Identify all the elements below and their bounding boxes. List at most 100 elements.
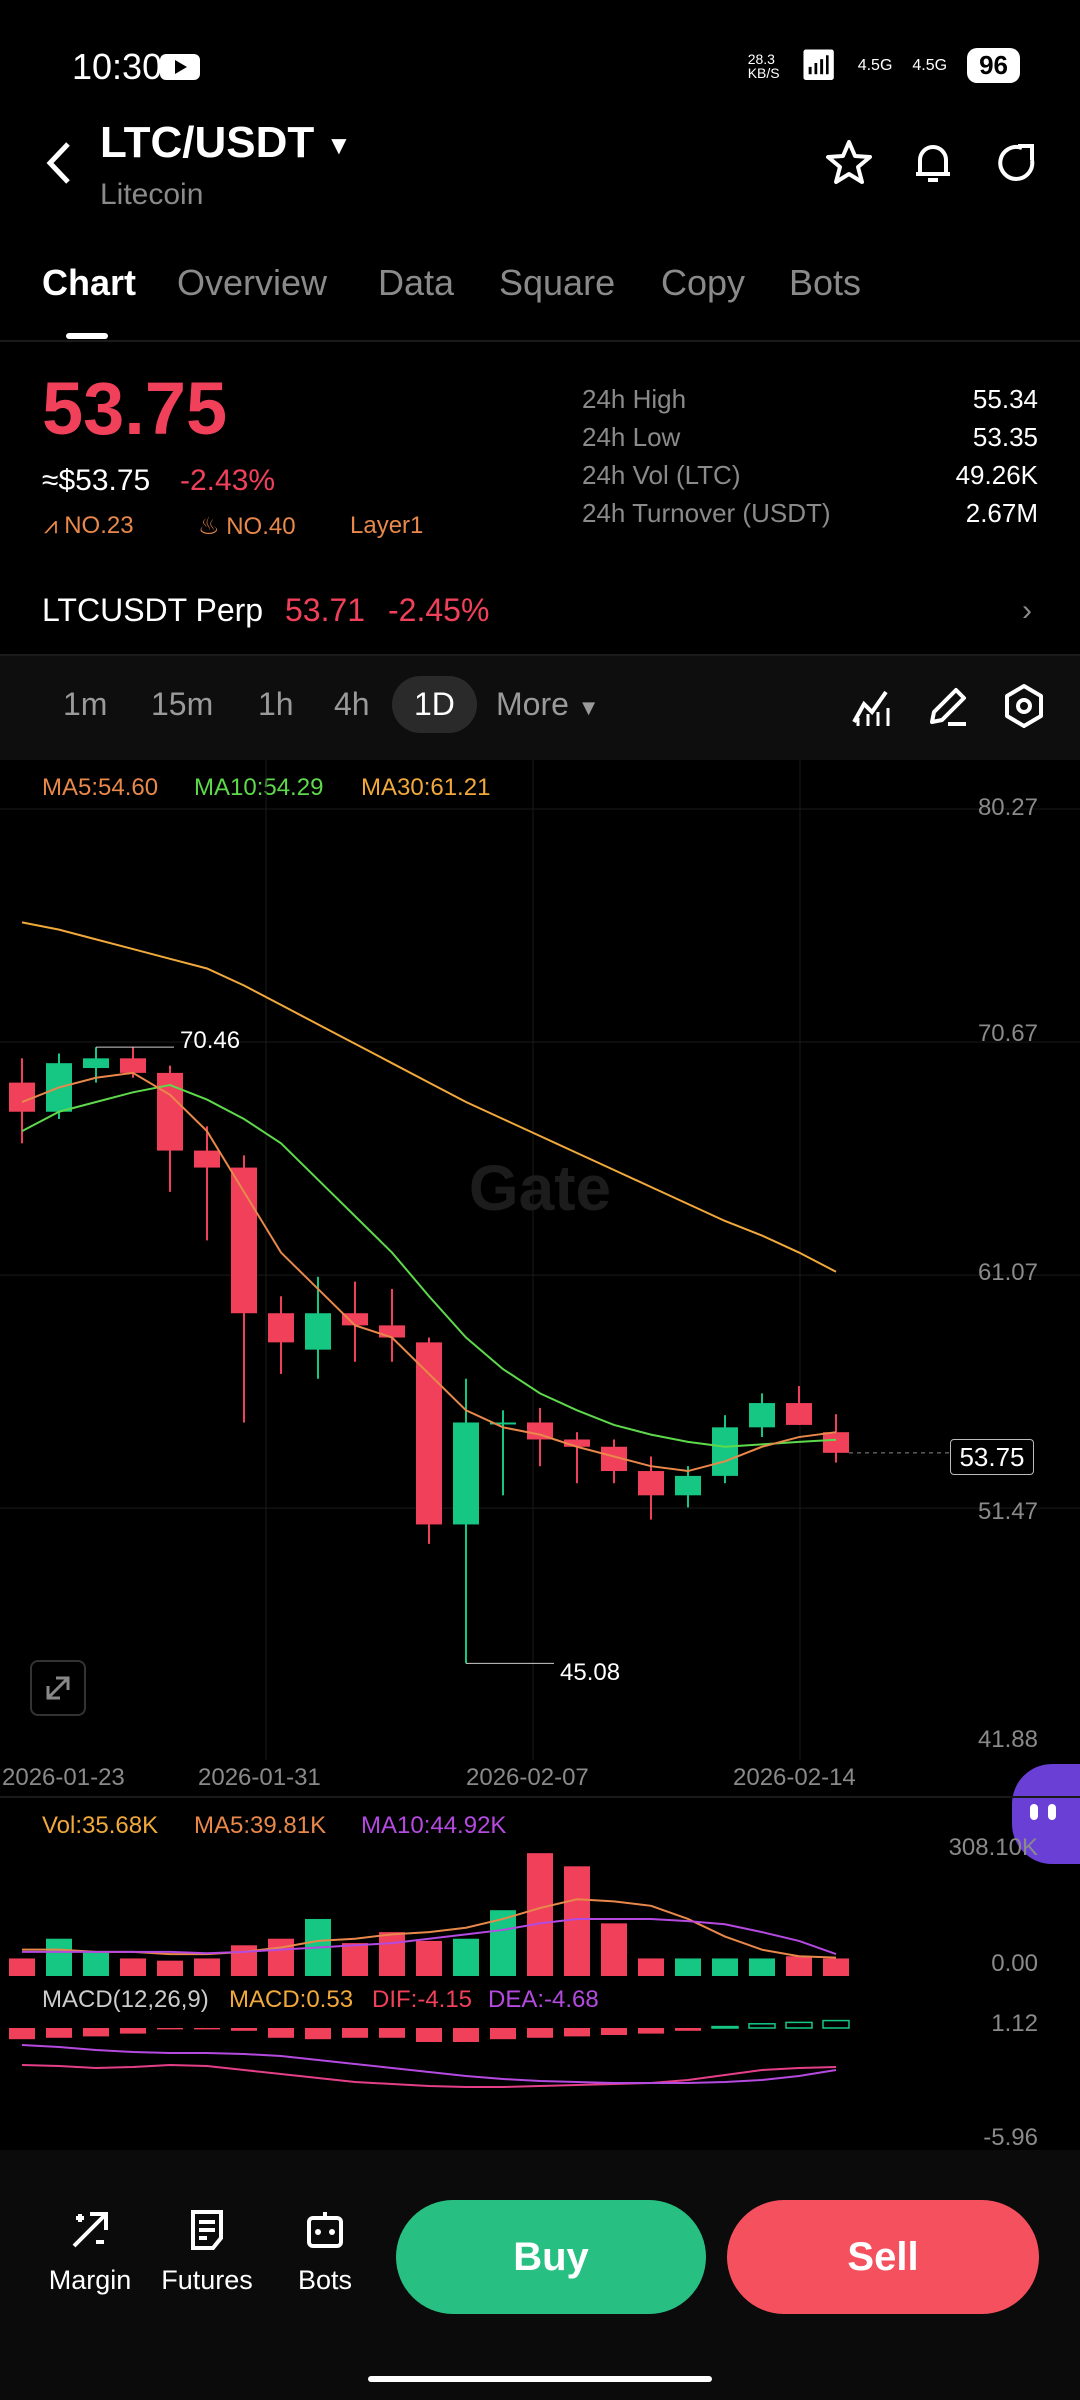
youtube-icon <box>160 54 200 80</box>
volume-chart <box>9 1853 849 1976</box>
candle-body <box>675 1475 701 1496</box>
tf-15m[interactable]: 15m <box>151 686 213 723</box>
hot-badge[interactable]: ♨ NO.40 <box>198 512 296 541</box>
macd-bar <box>305 2028 331 2040</box>
indicator-button[interactable] <box>848 682 896 730</box>
perp-change: -2.45% <box>388 592 490 628</box>
candle-body <box>416 1342 442 1525</box>
home-indicator[interactable] <box>368 2376 712 2382</box>
pair-dropdown-icon[interactable]: ▼ <box>326 130 352 161</box>
star-icon <box>826 140 872 184</box>
status-icons: 28.3 KB/S 📶︎ 4.5G 4.5G 96 <box>748 48 1020 83</box>
pair-title[interactable]: LTC/USDT <box>100 118 314 168</box>
tab-indicator <box>66 333 108 339</box>
bots-nav[interactable]: Bots <box>270 2208 380 2296</box>
bottom-bar: Margin Futures Bots Buy Sell <box>0 2150 1080 2400</box>
macd-bar <box>379 2028 405 2038</box>
fullscreen-button[interactable] <box>30 1660 86 1716</box>
divider <box>0 1796 1080 1798</box>
net-speed: 28.3 KB/S <box>747 50 780 81</box>
tf-1d[interactable]: 1D <box>392 676 477 733</box>
candle-body <box>453 1422 479 1525</box>
stat-value-low: 53.35 <box>972 422 1038 452</box>
margin-icon <box>72 2212 108 2248</box>
macd-chart <box>9 2019 850 2088</box>
candle-body <box>712 1427 738 1476</box>
volume-bar <box>342 1943 368 1976</box>
tab-bar: Chart Overview Data Square Copy Bots <box>0 262 1080 342</box>
x-label: 2026-01-31 <box>198 1764 321 1791</box>
perp-row[interactable]: LTCUSDT Perp 53.71 -2.45% › <box>0 572 1080 654</box>
futures-label: Futures <box>161 2265 253 2295</box>
macd-bar <box>527 2028 553 2038</box>
rank-label: NO.23 <box>64 512 134 539</box>
y-label: 51.47 <box>977 1498 1038 1525</box>
tf-more[interactable]: More ▼ <box>496 686 600 723</box>
watermark: Gate <box>469 1152 611 1224</box>
candle-body <box>786 1403 812 1425</box>
macd-bar <box>416 2028 442 2042</box>
high-marker: 70.46 <box>180 1027 241 1054</box>
vol-ma10-legend: MA10:44.92K <box>361 1812 507 1839</box>
volume-bar <box>416 1940 442 1976</box>
tab-bots[interactable]: Bots <box>789 262 861 304</box>
volume-bar <box>601 1923 627 1976</box>
buy-button[interactable]: Buy <box>396 2200 706 2314</box>
price-change: -2.43% <box>180 464 276 497</box>
favorite-button[interactable] <box>824 138 874 188</box>
volume-bar <box>453 1938 479 1976</box>
chevron-right-icon: › <box>1022 594 1032 627</box>
settings-icon <box>1005 684 1043 728</box>
tab-overview[interactable]: Overview <box>177 262 327 304</box>
candlestick-chart[interactable]: Gate <box>0 760 1080 1800</box>
draw-button[interactable] <box>924 682 972 730</box>
back-icon <box>46 142 70 184</box>
candle-body <box>9 1082 35 1112</box>
tab-data[interactable]: Data <box>378 262 454 304</box>
rank-badge[interactable]: ⩘ NO.23 <box>44 512 134 540</box>
x-label: 2026-02-07 <box>466 1764 589 1791</box>
divider <box>0 340 1080 342</box>
macd-bar <box>638 2028 664 2034</box>
tab-square[interactable]: Square <box>499 262 615 304</box>
tf-4h[interactable]: 4h <box>334 686 370 723</box>
margin-nav[interactable]: Margin <box>35 2208 145 2296</box>
share-button[interactable] <box>992 138 1042 188</box>
eye-icon <box>1048 1804 1056 1820</box>
macd-bar <box>231 2028 257 2031</box>
alert-button[interactable] <box>908 138 958 188</box>
tf-1m[interactable]: 1m <box>63 686 107 723</box>
futures-nav[interactable]: Futures <box>152 2208 262 2296</box>
macd-bar <box>342 2028 368 2038</box>
settings-button[interactable] <box>1000 682 1048 730</box>
current-price-tag: 53.75 <box>950 1439 1034 1475</box>
tf-more-label: More <box>496 686 569 722</box>
volume-bar <box>527 1853 553 1976</box>
macd-bar <box>564 2028 590 2037</box>
sell-button[interactable]: Sell <box>727 2200 1039 2314</box>
clock: 10:30 <box>72 46 163 87</box>
back-button[interactable] <box>40 138 80 188</box>
low-marker: 45.08 <box>560 1659 621 1686</box>
stat-value-high: 55.34 <box>972 384 1038 414</box>
tab-chart[interactable]: Chart <box>42 262 136 304</box>
tab-copy[interactable]: Copy <box>661 262 745 304</box>
candle-body <box>749 1403 775 1428</box>
caret-down-icon: ▼ <box>577 695 600 720</box>
vol-legend: Vol:35.68K <box>42 1812 159 1839</box>
macd-bar <box>268 2028 294 2038</box>
stat-label-high: 24h High <box>582 384 687 414</box>
timeframe-bar: 1m 15m 1h 4h 1D More ▼ <box>0 656 1080 760</box>
tf-1h[interactable]: 1h <box>258 686 294 723</box>
macd-bar <box>748 2023 776 2029</box>
futures-icon <box>191 2210 223 2250</box>
x-label: 2026-01-23 <box>2 1764 125 1791</box>
volume-bar <box>638 1958 664 1976</box>
y-label: 41.88 <box>977 1726 1038 1753</box>
category-badge[interactable]: Layer1 <box>350 512 423 540</box>
chart-grid <box>0 760 1080 1760</box>
candles <box>9 1047 849 1664</box>
volume-bar <box>268 1938 294 1976</box>
y-label: 70.67 <box>977 1020 1038 1047</box>
dif-path <box>21 2063 837 2088</box>
